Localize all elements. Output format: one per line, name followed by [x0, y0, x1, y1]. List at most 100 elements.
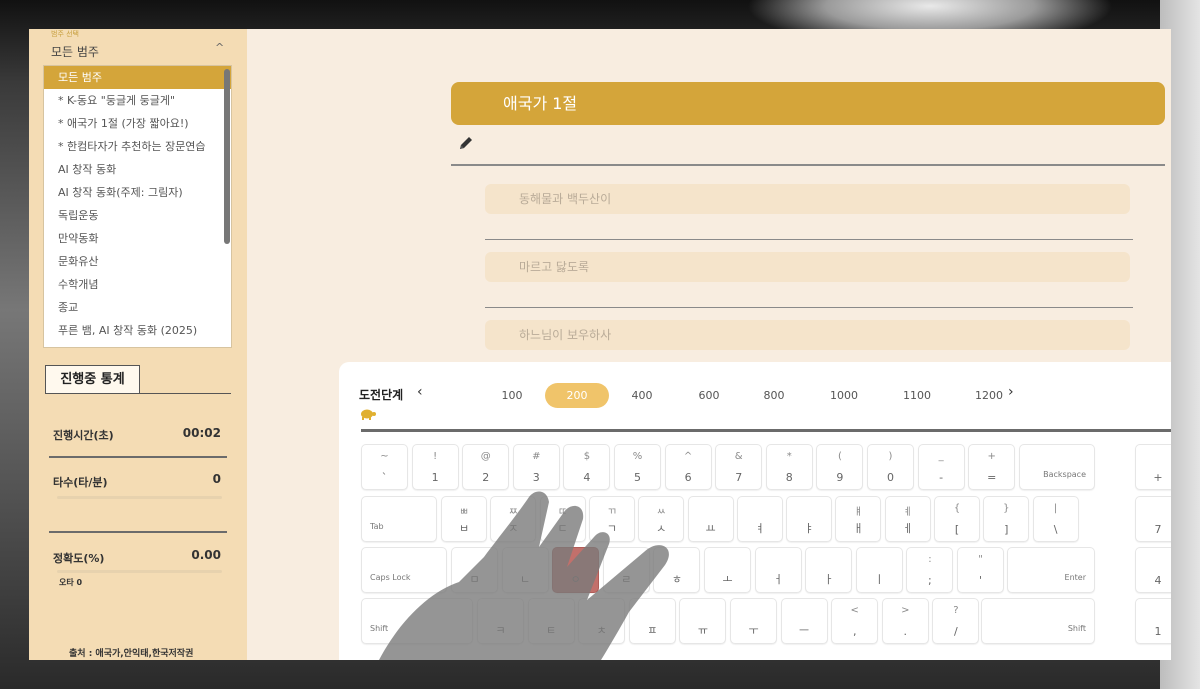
- error-count: 오타 0: [59, 578, 83, 587]
- pencil-icon[interactable]: [458, 135, 474, 151]
- key-ㅅ[interactable]: ㅆㅅ: [638, 496, 685, 542]
- key-ㄱ[interactable]: ㄲㄱ: [588, 496, 635, 542]
- category-scrollbar[interactable]: [224, 69, 230, 244]
- shift-left-key[interactable]: Shift: [361, 598, 473, 644]
- practice-line: 하느님이 보우하사: [485, 320, 1130, 350]
- key-ㅣ[interactable]: ㅣ: [855, 547, 903, 593]
- level-option-1000[interactable]: 1000: [812, 383, 876, 408]
- category-item[interactable]: * 애국가 1절 (가장 짧아요!): [44, 112, 231, 135]
- level-option-200[interactable]: 200: [545, 383, 609, 408]
- key-ㅌ[interactable]: ㅌ: [527, 598, 575, 644]
- text-title-bar: 애국가 1절: [451, 82, 1165, 125]
- title-divider: [451, 164, 1165, 166]
- key-;[interactable]: :;: [906, 547, 954, 593]
- category-list[interactable]: 모든 범주 * K-동요 "둥글게 둥글게" * 애국가 1절 (가장 짧아요!) *…: [43, 65, 232, 348]
- caps-lock-key[interactable]: Caps Lock: [361, 547, 447, 593]
- category-item[interactable]: * 한컴타자가 추천하는 장문연습: [44, 135, 231, 158]
- keyboard-panel: 도전단계 ‹ › 100 200 400 600 800 1000 1100 1200 ~ `!…: [339, 362, 1171, 660]
- key-ㅎ[interactable]: ㅎ: [653, 547, 701, 593]
- key-ㅡ[interactable]: ㅡ: [780, 598, 828, 644]
- level-option-600[interactable]: 600: [677, 383, 741, 408]
- input-line[interactable]: [485, 307, 1133, 308]
- key-ㅔ[interactable]: ㅖㅔ: [884, 496, 931, 542]
- category-item[interactable]: 모든 범주: [44, 66, 231, 89]
- key-ㄹ[interactable]: ㄹ: [602, 547, 650, 593]
- key-ㅏ[interactable]: ㅏ: [805, 547, 853, 593]
- key-ㅗ[interactable]: ㅗ: [704, 547, 751, 593]
- key-5[interactable]: % 5: [614, 444, 661, 490]
- category-item[interactable]: 만약동화: [44, 227, 231, 250]
- key-6[interactable]: ^ 6: [664, 444, 712, 490]
- level-option-800[interactable]: 800: [742, 383, 806, 408]
- key-][interactable]: }]: [983, 496, 1030, 542]
- key--[interactable]: _ -: [917, 444, 965, 490]
- category-kicker: 범주 선택: [51, 30, 79, 38]
- key-ㅂ[interactable]: ㅃㅂ: [441, 496, 487, 542]
- category-item[interactable]: 독립운동: [44, 204, 231, 227]
- key-ㅠ[interactable]: ㅠ: [679, 598, 727, 644]
- challenge-level-label: 도전단계: [359, 388, 404, 402]
- turtle-icon: [361, 409, 376, 420]
- key-3[interactable]: #3: [512, 444, 560, 490]
- speed-bar: [57, 496, 222, 499]
- key-ㅕ[interactable]: ㅕ: [736, 496, 783, 542]
- chevron-left-icon[interactable]: ‹: [417, 384, 423, 400]
- stats-divider: [45, 393, 231, 394]
- key-ㅁ[interactable]: ㅁ: [451, 547, 498, 593]
- key-9[interactable]: (9: [816, 444, 864, 490]
- key-`[interactable]: ~ `: [361, 444, 408, 490]
- key-ㅛ[interactable]: ㅛ: [687, 496, 734, 542]
- key-2[interactable]: @2: [462, 444, 510, 490]
- category-item[interactable]: 푸른 뱀, AI 창작 동화 (2025): [44, 319, 231, 342]
- backspace-key[interactable]: Backspace: [1019, 444, 1095, 490]
- key-'[interactable]: " ': [957, 547, 1004, 593]
- numpad-key-+[interactable]: +: [1135, 444, 1171, 490]
- category-item[interactable]: 종교: [44, 296, 231, 319]
- key-0[interactable]: ) 0: [867, 444, 914, 490]
- key-8[interactable]: * 8: [765, 444, 813, 490]
- shift-right-key[interactable]: Shift: [981, 598, 1095, 644]
- key-1[interactable]: ! 1: [411, 444, 459, 490]
- chevron-up-icon[interactable]: ^: [215, 41, 224, 54]
- category-item[interactable]: 수학개념: [44, 273, 231, 296]
- key-7[interactable]: & 7: [715, 444, 763, 490]
- category-item[interactable]: 문화유산: [44, 250, 231, 273]
- key-=[interactable]: + =: [968, 444, 1016, 490]
- enter-key[interactable]: Enter: [1007, 547, 1095, 593]
- numpad-key-7[interactable]: 7: [1135, 496, 1171, 542]
- key-ㅈ[interactable]: ㅉㅈ: [490, 496, 537, 542]
- level-option-1100[interactable]: 1100: [885, 383, 949, 408]
- key-ㅋ[interactable]: ㅋ: [477, 598, 524, 644]
- category-item[interactable]: AI 창작 동화: [44, 158, 231, 181]
- stat-divider: [49, 456, 227, 458]
- level-option-400[interactable]: 400: [610, 383, 674, 408]
- practice-line: 마르고 닳도록: [485, 252, 1130, 282]
- key-ㅜ[interactable]: ㅜ: [730, 598, 777, 644]
- key-ㅍ[interactable]: ㅍ: [628, 598, 676, 644]
- category-item[interactable]: * K-동요 "둥글게 둥글게": [44, 89, 231, 112]
- key-/[interactable]: ? /: [932, 598, 980, 644]
- key-,[interactable]: <,: [831, 598, 879, 644]
- key-ㅐ[interactable]: ㅒㅐ: [835, 496, 882, 542]
- key-ㅇ[interactable]: ㅇ: [552, 547, 600, 593]
- level-option-100[interactable]: 100: [480, 383, 544, 408]
- tab-key[interactable]: Tab: [361, 496, 437, 542]
- key-ㅊ[interactable]: ㅊ: [578, 598, 626, 644]
- key-[[interactable]: {[: [934, 496, 980, 542]
- stat-divider: [49, 531, 227, 533]
- level-option-1200[interactable]: 1200: [957, 383, 1021, 408]
- stats-tab[interactable]: 진행중 통계: [45, 365, 140, 394]
- accuracy-bar: [57, 570, 222, 573]
- key-ㅑ[interactable]: ㅑ: [786, 496, 833, 542]
- category-item[interactable]: AI 창작 동화(주제: 그림자): [44, 181, 231, 204]
- key-\[interactable]: | \: [1032, 496, 1079, 542]
- key-4[interactable]: $4: [563, 444, 611, 490]
- category-heading[interactable]: 모든 범주: [51, 43, 99, 60]
- key-ㄷ[interactable]: ㄸㄷ: [539, 496, 586, 542]
- input-line[interactable]: [485, 239, 1133, 240]
- numpad-key-4[interactable]: 4: [1135, 547, 1171, 593]
- key-ㄴ[interactable]: ㄴ: [501, 547, 549, 593]
- numpad-key-1[interactable]: 1: [1135, 598, 1171, 644]
- key-.[interactable]: >.: [881, 598, 929, 644]
- key-ㅓ[interactable]: ㅓ: [754, 547, 802, 593]
